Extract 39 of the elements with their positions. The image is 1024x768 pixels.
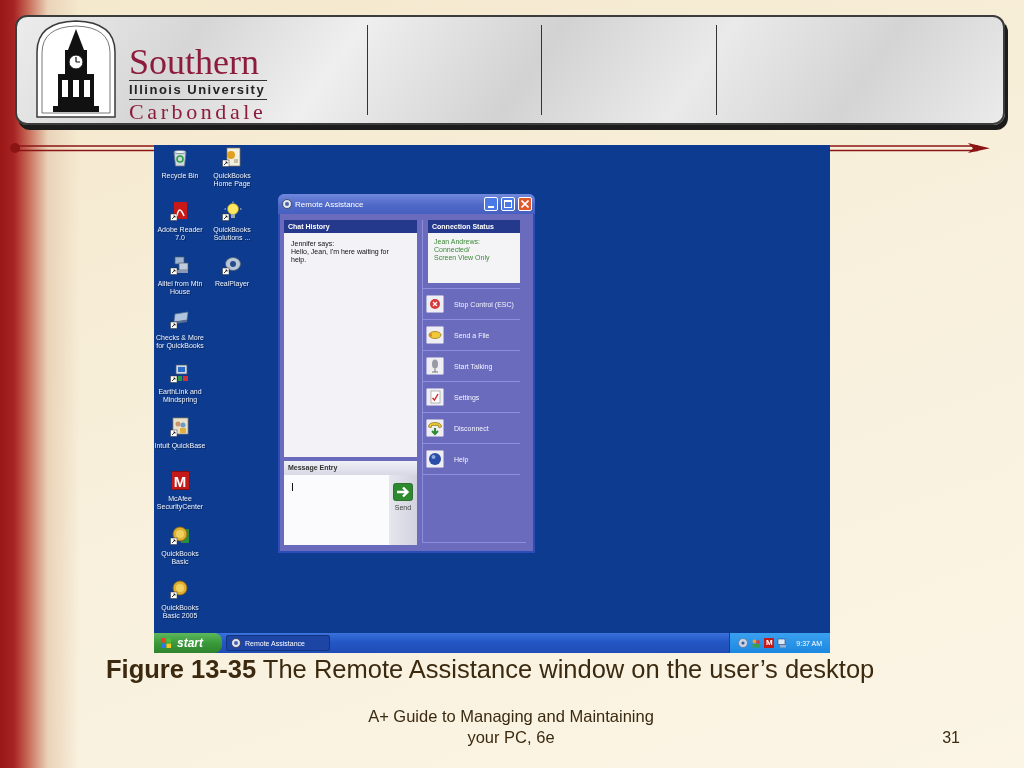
computers-icon[interactable] xyxy=(170,255,190,275)
page-number: 31 xyxy=(942,728,960,748)
figure-caption: Figure 13-35 The Remote Assistance window on the user’s desktop xyxy=(106,655,876,684)
coin-icon[interactable] xyxy=(170,579,190,599)
window-title: Remote Assistance xyxy=(295,199,365,209)
letter-logo-icon[interactable]: M xyxy=(764,638,775,648)
people-tile-icon[interactable] xyxy=(170,417,190,437)
help-icon xyxy=(426,450,444,468)
start-button[interactable]: start xyxy=(154,633,222,653)
app-icon xyxy=(282,199,292,209)
swirl-tile-icon[interactable] xyxy=(170,201,190,221)
lightbulb-icon[interactable] xyxy=(222,201,242,221)
app-icon xyxy=(231,638,241,648)
close-button[interactable] xyxy=(518,197,532,211)
logo-title: Southern xyxy=(129,47,259,78)
footer-title: A+ Guide to Managing and Maintaining your PC, 6e xyxy=(367,706,655,748)
arrow-right-icon xyxy=(393,483,413,502)
document-icon[interactable] xyxy=(222,147,242,167)
disc-icon[interactable] xyxy=(222,255,242,275)
scanner-icon[interactable] xyxy=(170,309,190,329)
recycle-bin-icon[interactable] xyxy=(170,147,190,167)
message-input-field[interactable] xyxy=(284,475,389,545)
minimize-button[interactable] xyxy=(484,197,498,211)
stop-icon xyxy=(426,295,444,313)
logo-place-name: Carbondale xyxy=(129,102,267,122)
flag-icon xyxy=(160,637,172,649)
microphone-icon xyxy=(426,357,444,375)
letter-logo-icon[interactable]: M xyxy=(170,471,190,490)
minimize-icon xyxy=(488,206,494,208)
coin-icon[interactable] xyxy=(170,525,190,545)
maximize-icon xyxy=(504,200,512,208)
maximize-button[interactable] xyxy=(501,197,515,211)
computer-icon[interactable] xyxy=(170,363,190,383)
text-cursor-icon xyxy=(292,483,293,492)
close-icon xyxy=(521,200,529,208)
checklist-icon xyxy=(426,388,444,406)
logo-subtitle: Illinois University xyxy=(129,83,266,97)
clock-tower-icon xyxy=(35,20,117,118)
phone-icon xyxy=(426,419,444,437)
